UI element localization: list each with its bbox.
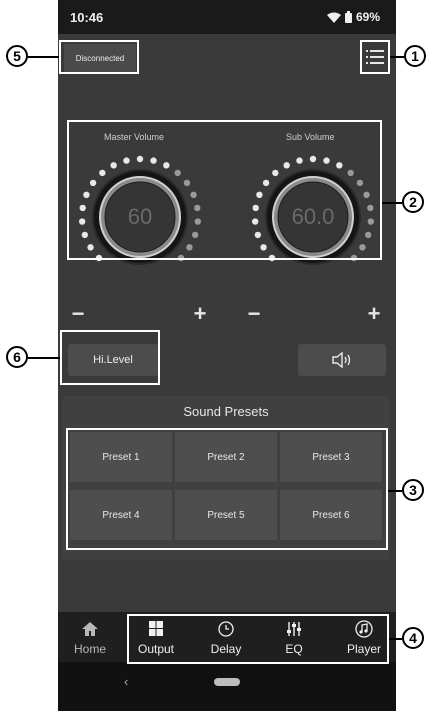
status-bar: 10:46 69% bbox=[58, 0, 396, 34]
callout-line-5 bbox=[28, 56, 59, 58]
callout-number-2: 2 bbox=[402, 191, 424, 213]
callout-number-3: 3 bbox=[402, 479, 424, 501]
system-navigation-bar: ‹ bbox=[58, 662, 396, 711]
status-time: 10:46 bbox=[70, 10, 104, 25]
callout-number-6: 6 bbox=[6, 346, 28, 368]
callout-box-6 bbox=[60, 330, 160, 385]
callout-box-2 bbox=[67, 120, 382, 260]
callout-line-6 bbox=[28, 357, 60, 359]
battery-percent: 69% bbox=[355, 10, 380, 24]
speaker-button[interactable] bbox=[298, 344, 386, 376]
sub-volume-plus-button[interactable]: + bbox=[364, 303, 384, 325]
callout-line-2 bbox=[382, 202, 402, 204]
callout-box-5 bbox=[59, 40, 139, 74]
callout-number-4: 4 bbox=[402, 627, 424, 649]
callout-box-1 bbox=[360, 40, 390, 74]
callout-box-4 bbox=[127, 614, 389, 664]
battery-icon bbox=[344, 11, 352, 23]
nav-home-label: Home bbox=[73, 642, 106, 656]
callout-box-3 bbox=[66, 428, 388, 550]
callout-number-5: 5 bbox=[6, 45, 28, 67]
speaker-icon bbox=[332, 351, 351, 369]
sound-presets-title: Sound Presets bbox=[183, 404, 269, 419]
callout-number-1: 1 bbox=[404, 45, 426, 67]
system-back-button[interactable]: ‹ bbox=[124, 674, 128, 689]
home-icon bbox=[82, 622, 98, 636]
callout-line-1 bbox=[390, 56, 404, 58]
wifi-icon bbox=[326, 12, 341, 23]
status-indicators: 69% bbox=[326, 10, 380, 24]
sub-volume-minus-button[interactable]: − bbox=[244, 303, 264, 325]
callout-line-3 bbox=[388, 490, 402, 492]
system-home-pill[interactable] bbox=[214, 678, 240, 686]
callout-line-4 bbox=[389, 638, 402, 640]
master-volume-plus-button[interactable]: + bbox=[190, 303, 210, 325]
nav-home[interactable]: Home bbox=[60, 612, 120, 662]
master-volume-minus-button[interactable]: − bbox=[68, 303, 88, 325]
